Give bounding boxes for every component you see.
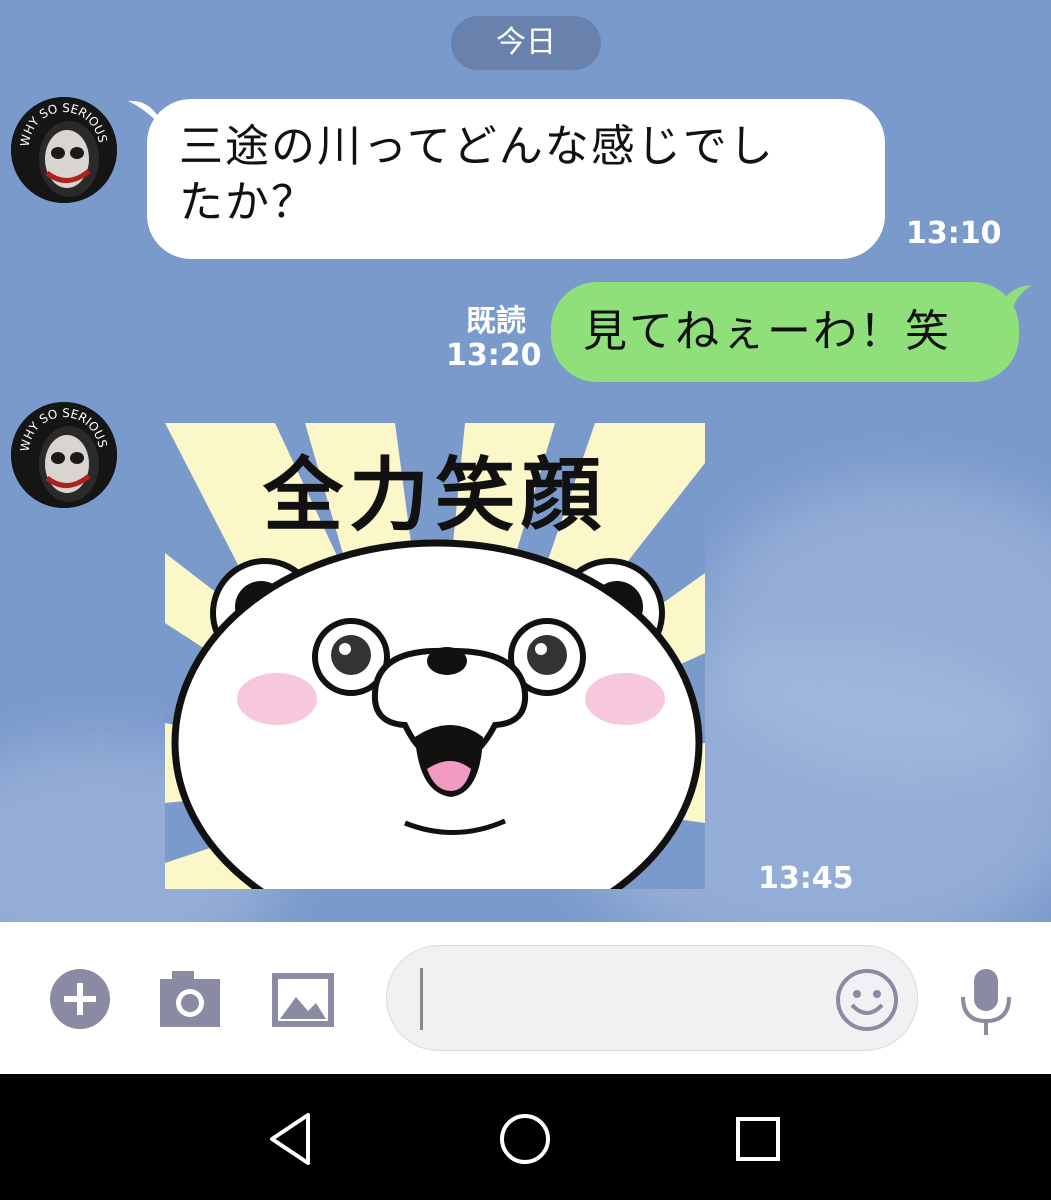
system-nav-bar bbox=[0, 1074, 1051, 1200]
message-time: 13:20 bbox=[446, 338, 542, 373]
message-input-bar bbox=[0, 922, 1051, 1074]
message-time: 13:45 bbox=[758, 861, 854, 896]
back-icon[interactable] bbox=[264, 1109, 324, 1169]
date-divider: 今日 bbox=[451, 16, 601, 70]
recents-icon[interactable] bbox=[728, 1109, 788, 1169]
message-text-line: 三途の川ってどんな感じでし bbox=[179, 121, 775, 172]
image-icon[interactable] bbox=[270, 967, 336, 1031]
text-caret bbox=[420, 968, 423, 1030]
message-time: 13:10 bbox=[906, 216, 1002, 251]
read-receipt: 既読 bbox=[466, 304, 526, 339]
plus-icon[interactable] bbox=[48, 967, 114, 1031]
bubble-tail bbox=[1000, 285, 1032, 311]
contact-avatar[interactable]: WHY SO SERIOUS bbox=[11, 97, 117, 203]
emoji-icon[interactable] bbox=[834, 967, 900, 1033]
outgoing-message-bubble[interactable]: 見てねぇーわ！笑 bbox=[551, 282, 1019, 382]
bear-sticker[interactable]: 全力笑顔 bbox=[165, 423, 705, 922]
camera-icon[interactable] bbox=[158, 967, 224, 1031]
message-text-line: たか？ bbox=[179, 177, 317, 228]
home-icon[interactable] bbox=[495, 1109, 555, 1169]
sticker-caption: 全力笑顔 bbox=[262, 449, 607, 542]
contact-avatar[interactable]: WHY SO SERIOUS bbox=[11, 402, 117, 508]
message-text: 見てねぇーわ！笑 bbox=[583, 306, 951, 357]
microphone-icon[interactable] bbox=[955, 967, 1017, 1037]
chat-area[interactable]: 今日 WHY SO SERIOUS 三途の川ってどんな感じでし たか？ 13:1… bbox=[0, 0, 1051, 922]
incoming-message-bubble[interactable]: 三途の川ってどんな感じでし たか？ bbox=[147, 99, 885, 259]
message-input[interactable] bbox=[386, 945, 918, 1051]
